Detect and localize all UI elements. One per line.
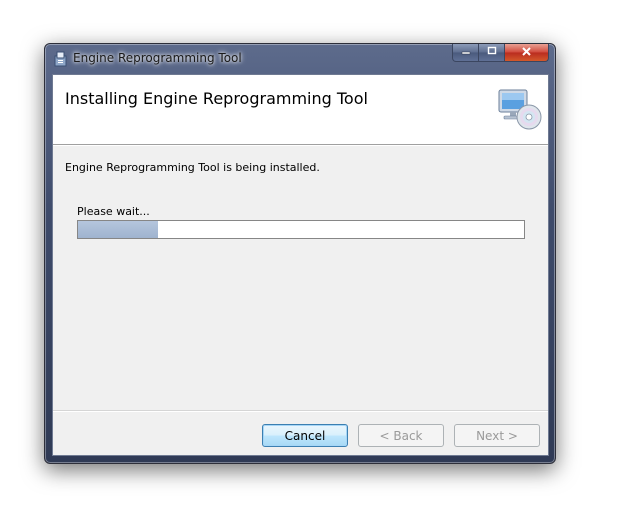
install-status-text: Engine Reprogramming Tool is being insta… (65, 161, 320, 174)
footer-separator (53, 410, 548, 412)
installer-client-area: Installing Engine Reprogramming Tool Eng… (52, 74, 549, 456)
install-progress-bar (77, 220, 525, 239)
window-title: Engine Reprogramming Tool (73, 51, 242, 65)
installer-window: Engine Reprogramming Tool Installing Eng… (44, 43, 556, 464)
progress-fill (78, 221, 159, 238)
minimize-icon (461, 46, 471, 59)
next-button[interactable]: Next > (454, 424, 540, 447)
maximize-icon (487, 46, 497, 59)
header-banner: Installing Engine Reprogramming Tool (53, 75, 548, 145)
close-icon (521, 46, 532, 60)
computer-cd-icon (496, 88, 542, 132)
installer-app-icon[interactable] (53, 51, 69, 67)
please-wait-label: Please wait... (77, 205, 150, 218)
cancel-button[interactable]: Cancel (262, 424, 348, 447)
close-button[interactable] (505, 44, 549, 62)
maximize-button[interactable] (479, 44, 505, 62)
banner-separator (53, 145, 548, 146)
back-button[interactable]: < Back (358, 424, 444, 447)
minimize-button[interactable] (452, 44, 479, 62)
title-bar[interactable]: Engine Reprogramming Tool (45, 44, 555, 74)
caption-buttons (452, 44, 549, 63)
banner-title: Installing Engine Reprogramming Tool (65, 89, 368, 108)
